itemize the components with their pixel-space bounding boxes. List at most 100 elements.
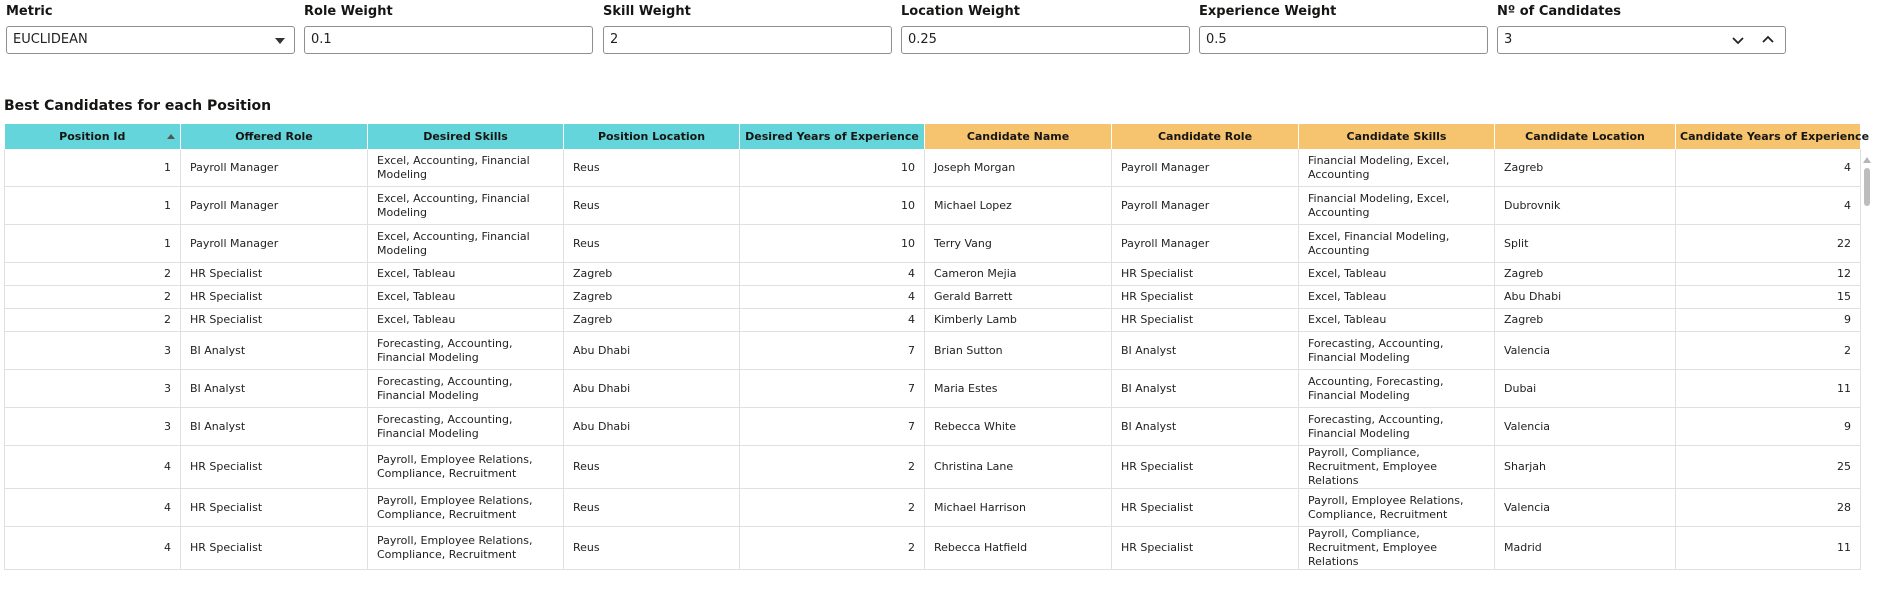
num-candidates-label: Nº of Candidates [1497,4,1622,19]
table-row[interactable]: 4 HR Specialist Payroll, Employee Relation… [4,526,1861,570]
table-row[interactable]: 4 HR Specialist Payroll, Employee Relation… [4,445,1861,489]
role-weight-value: 0.1 [311,32,332,47]
metric-select[interactable]: EUCLIDEAN [6,26,295,54]
role-weight-label: Role Weight [304,4,393,19]
table-cell: Zagreb [1494,308,1676,332]
table-row[interactable]: 1 Payroll Manager Excel, Accounting, Finan… [4,186,1861,225]
table-cell: Rebecca Hatfield [924,526,1112,570]
table-cell: 2 [739,526,925,570]
experience-weight-input[interactable]: 0.5 [1199,26,1488,54]
column-header-label: Candidate Location [1525,130,1645,143]
table-cell: Forecasting, Accounting, Financial Model… [367,407,564,446]
table-row[interactable]: 2 HR Specialist Excel, Tableau Zagreb 4 Kimbe… [4,308,1861,332]
experience-weight-value: 0.5 [1206,32,1227,47]
table-cell: HR Specialist [180,308,368,332]
candidates-table: Position Id Offered Role Desired Skills Pos… [4,124,1869,570]
table-row[interactable]: 2 HR Specialist Excel, Tableau Zagreb 4 Geral… [4,285,1861,309]
table-cell: 11 [1675,526,1861,570]
column-header-desired-skills[interactable]: Desired Skills [367,124,564,149]
skill-weight-label: Skill Weight [603,4,691,19]
table-cell: 10 [739,224,925,263]
table-cell: 2 [739,445,925,489]
num-candidates-stepper[interactable]: 3 [1497,26,1786,54]
table-cell: 2 [4,262,181,286]
table-row[interactable]: 1 Payroll Manager Excel, Accounting, Finan… [4,224,1861,263]
table-body: 1 Payroll Manager Excel, Accounting, Finan… [4,149,1861,570]
table-cell: Dubai [1494,369,1676,408]
column-header-position-location[interactable]: Position Location [563,124,740,149]
table-cell: Split [1494,224,1676,263]
table-row[interactable]: 3 BI Analyst Forecasting, Accounting, Fina… [4,369,1861,408]
column-header-label: Desired Years of Experience [745,130,919,143]
table-cell: 3 [4,407,181,446]
sort-ascending-icon[interactable] [167,134,175,139]
scrollbar-thumb[interactable] [1864,168,1870,206]
column-header-label: Position Location [597,130,706,143]
chevron-down-icon[interactable] [275,38,285,44]
table-cell: Excel, Accounting, Financial Modeling [367,186,564,225]
table-cell: Forecasting, Accounting, Financial Model… [1298,407,1495,446]
table-cell: Payroll Manager [180,186,368,225]
location-weight-value: 0.25 [908,32,937,47]
table-cell: Financial Modeling, Excel, Accounting [1298,149,1495,187]
column-header-label: Position Id [59,130,126,143]
table-cell: Zagreb [563,308,740,332]
table-cell: 25 [1675,445,1861,489]
table-cell: Payroll, Employee Relations, Compliance,… [367,445,564,489]
column-header-candidate-name[interactable]: Candidate Name [924,124,1112,149]
table-row[interactable]: 1 Payroll Manager Excel, Accounting, Finan… [4,149,1861,187]
table-cell: 3 [4,331,181,370]
table-cell: Maria Estes [924,369,1112,408]
scroll-up-arrow-icon[interactable] [1863,157,1871,163]
table-cell: Michael Lopez [924,186,1112,225]
table-cell: 4 [739,285,925,309]
table-cell: Excel, Tableau [1298,308,1495,332]
table-cell: Forecasting, Accounting, Financial Model… [367,369,564,408]
table-cell: 2 [4,308,181,332]
table-cell: Payroll Manager [1111,186,1299,225]
table-cell: 4 [4,526,181,570]
table-cell: 28 [1675,488,1861,527]
table-cell: Sharjah [1494,445,1676,489]
location-weight-input[interactable]: 0.25 [901,26,1190,54]
metric-param: Metric EUCLIDEAN [6,4,295,54]
table-cell: Gerald Barrett [924,285,1112,309]
table-cell: BI Analyst [180,331,368,370]
column-header-candidate-years-of-experience[interactable]: Candidate Years of Experience [1675,124,1869,149]
table-cell: Zagreb [1494,149,1676,187]
table-cell: Payroll, Employee Relations, Compliance,… [367,488,564,527]
table-cell: HR Specialist [180,262,368,286]
column-header-candidate-role[interactable]: Candidate Role [1111,124,1299,149]
column-header-offered-role[interactable]: Offered Role [180,124,368,149]
table-row[interactable]: 4 HR Specialist Payroll, Employee Relation… [4,488,1861,527]
column-header-label: Desired Skills [423,130,508,143]
table-cell: 4 [1675,149,1861,187]
location-weight-param: Location Weight 0.25 [901,4,1190,54]
table-row[interactable]: 2 HR Specialist Excel, Tableau Zagreb 4 Camer… [4,262,1861,286]
table-row[interactable]: 3 BI Analyst Forecasting, Accounting, Fina… [4,407,1861,446]
column-header-label: Offered Role [235,130,313,143]
role-weight-input[interactable]: 0.1 [304,26,593,54]
table-cell: Excel, Tableau [1298,262,1495,286]
table-cell: 3 [4,369,181,408]
table-cell: 4 [739,308,925,332]
column-header-desired-years-of-experience[interactable]: Desired Years of Experience [739,124,925,149]
column-header-position-id[interactable]: Position Id [4,124,181,149]
vertical-scrollbar[interactable] [1861,154,1873,596]
table-cell: Zagreb [563,262,740,286]
chevron-down-icon[interactable] [1729,31,1747,49]
table-cell: Forecasting, Accounting, Financial Model… [367,331,564,370]
table-cell: Excel, Tableau [367,285,564,309]
chevron-up-icon[interactable] [1759,31,1777,49]
column-header-candidate-skills[interactable]: Candidate Skills [1298,124,1495,149]
skill-weight-param: Skill Weight 2 [603,4,892,54]
num-candidates-value: 3 [1504,32,1513,47]
table-cell: Payroll, Employee Relations, Compliance,… [1298,488,1495,527]
skill-weight-input[interactable]: 2 [603,26,892,54]
column-header-candidate-location[interactable]: Candidate Location [1494,124,1676,149]
table-cell: HR Specialist [180,526,368,570]
column-header-label: Candidate Role [1157,130,1253,143]
table-row[interactable]: 3 BI Analyst Forecasting, Accounting, Fina… [4,331,1861,370]
table-cell: Cameron Mejia [924,262,1112,286]
num-candidates-param: Nº of Candidates 3 [1497,4,1786,54]
